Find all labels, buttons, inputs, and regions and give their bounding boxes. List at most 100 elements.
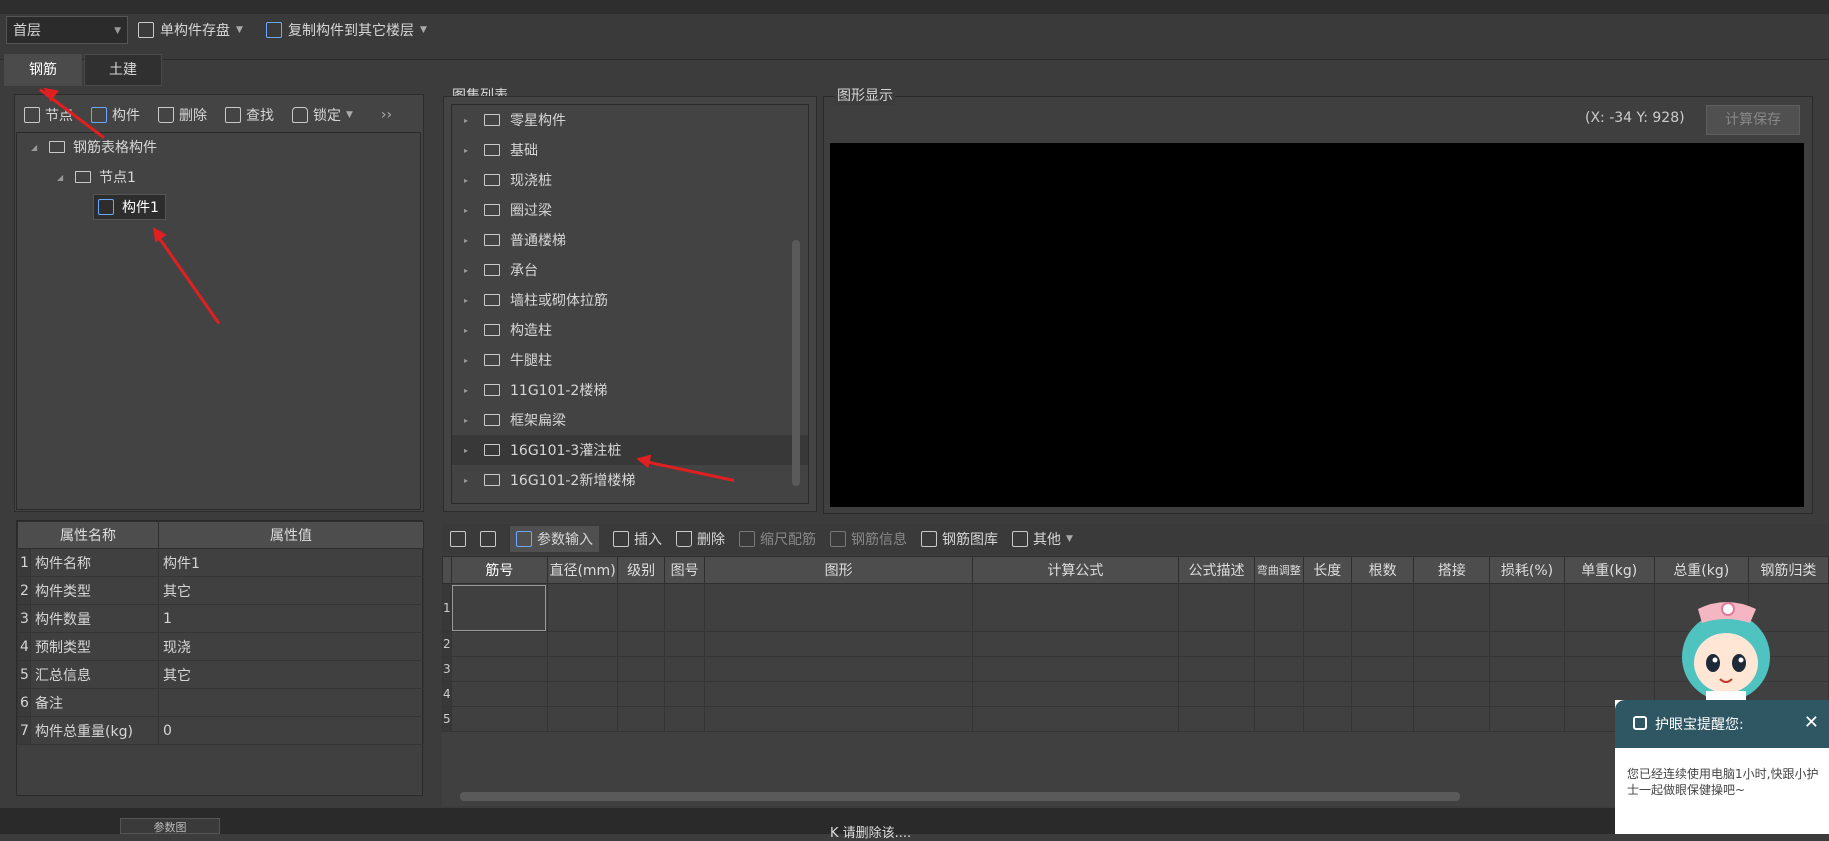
copy-to-floors-button[interactable]: 复制构件到其它楼层 ▼ (266, 18, 427, 42)
atlas-item[interactable]: ▸ 11G101-2楼梯 (452, 375, 808, 405)
column-header[interactable]: 弯曲调整 (1254, 556, 1304, 584)
add-node-button[interactable]: 节点 (24, 105, 73, 125)
grid-cell[interactable] (1302, 631, 1352, 657)
column-header[interactable]: 损耗(%) (1489, 556, 1565, 584)
column-header[interactable]: 筋号 (450, 556, 548, 584)
grid-cell[interactable] (704, 706, 973, 732)
grid-cell[interactable] (1302, 583, 1352, 632)
atlas-item[interactable]: ▸ 16G101-3灌注桩 (452, 435, 808, 465)
column-header[interactable]: 级别 (617, 556, 665, 584)
property-row[interactable]: 6 备注 (17, 688, 424, 717)
expand-icon[interactable]: ▸ (464, 176, 474, 185)
expand-icon[interactable]: ▸ (464, 446, 474, 455)
grid-cell[interactable] (663, 583, 706, 632)
expand-icon[interactable]: ▸ (464, 386, 474, 395)
column-header[interactable]: 总重(kg) (1653, 556, 1749, 584)
grid-cell[interactable] (617, 681, 665, 707)
expand-icon[interactable]: ◢ (57, 173, 67, 182)
tab-rebar[interactable]: 钢筋 (4, 54, 82, 86)
grid-cell[interactable] (704, 681, 973, 707)
column-header[interactable]: 图号 (663, 556, 706, 584)
lock-button[interactable]: 锁定 ▼ (292, 105, 353, 125)
column-header[interactable]: 计算公式 (971, 556, 1179, 584)
rebar-library-button[interactable]: 钢筋图库 (921, 529, 998, 549)
atlas-item[interactable]: ▸ 零星构件 (452, 105, 808, 135)
grid-cell[interactable] (1177, 706, 1256, 732)
grid-cell[interactable] (1254, 706, 1304, 732)
expand-icon[interactable]: ◢ (31, 143, 41, 152)
grid-cell[interactable] (1563, 656, 1655, 682)
chevron-down-icon[interactable]: ▼ (420, 25, 427, 35)
grid-cell[interactable] (1177, 631, 1256, 657)
grid-cell[interactable] (1177, 681, 1256, 707)
grid-cell[interactable] (971, 706, 1179, 732)
property-value[interactable]: 1 (158, 604, 424, 633)
delete-row-button[interactable]: 删除 (676, 529, 725, 549)
param-input-button[interactable]: 参数输入 (510, 526, 599, 552)
atlas-item[interactable]: ▸ 16G101-2新增楼梯 (452, 465, 808, 495)
graphics-canvas[interactable] (830, 143, 1804, 507)
grid-cell[interactable] (1413, 681, 1491, 707)
grid-cell[interactable] (971, 681, 1179, 707)
grid-cell[interactable] (1413, 631, 1491, 657)
tree-item-root[interactable]: ◢ 钢筋表格构件 (17, 135, 420, 159)
grid-cell[interactable] (1177, 656, 1256, 682)
grid-cell[interactable] (1413, 706, 1491, 732)
grid-cell[interactable] (1413, 583, 1491, 632)
column-header[interactable]: 图形 (704, 556, 973, 584)
grid-cell[interactable] (546, 681, 619, 707)
grid-cell[interactable] (546, 706, 619, 732)
atlas-item[interactable]: ▸ 现浇桩 (452, 165, 808, 195)
grid-cell[interactable] (971, 583, 1179, 632)
grid-cell[interactable] (704, 631, 973, 657)
grid-cell[interactable] (1254, 583, 1304, 632)
grid-cell[interactable] (1350, 706, 1415, 732)
move-up-icon[interactable] (450, 531, 466, 547)
table-row[interactable]: 3 (442, 656, 1829, 682)
atlas-scrollbar[interactable] (792, 240, 800, 486)
rebar-info-button[interactable]: 钢筋信息 (830, 529, 907, 549)
grid-cell[interactable] (1254, 656, 1304, 682)
grid-cell[interactable] (1254, 681, 1304, 707)
expand-icon[interactable]: ▸ (464, 416, 474, 425)
atlas-item[interactable]: ▸ 框架扁梁 (452, 405, 808, 435)
expand-icon[interactable]: ▸ (464, 356, 474, 365)
grid-cell[interactable] (1489, 656, 1565, 682)
grid-cell[interactable] (450, 681, 548, 707)
expand-icon[interactable]: ▸ (464, 326, 474, 335)
property-value[interactable]: 其它 (158, 576, 424, 605)
property-value[interactable]: 现浇 (158, 632, 424, 661)
grid-cell[interactable] (546, 583, 619, 632)
grid-cell[interactable] (450, 583, 548, 632)
grid-cell[interactable] (450, 706, 548, 732)
grid-cell[interactable] (1489, 583, 1565, 632)
grid-cell[interactable] (1489, 706, 1565, 732)
atlas-item[interactable]: ▸ 牛腿柱 (452, 345, 808, 375)
grid-cell[interactable] (704, 656, 973, 682)
close-icon[interactable]: ✕ (1804, 712, 1819, 733)
property-row[interactable]: 7 构件总重量(kg) 0 (17, 716, 424, 745)
save-component-button[interactable]: 单构件存盘 ▼ (138, 18, 243, 42)
grid-cell[interactable] (450, 656, 548, 682)
grid-cell[interactable] (1302, 681, 1352, 707)
column-header[interactable]: 搭接 (1413, 556, 1491, 584)
expand-icon[interactable]: ▸ (464, 266, 474, 275)
grid-cell[interactable] (1563, 583, 1655, 632)
property-value[interactable]: 构件1 (158, 548, 424, 577)
grid-cell[interactable] (546, 631, 619, 657)
expand-icon[interactable]: ▸ (464, 146, 474, 155)
atlas-item[interactable]: ▸ 圈过梁 (452, 195, 808, 225)
grid-cell[interactable] (663, 656, 706, 682)
property-row[interactable]: 3 构件数量 1 (17, 604, 424, 633)
property-value[interactable]: 0 (158, 716, 424, 745)
grid-cell[interactable] (1563, 631, 1655, 657)
grid-cell[interactable] (663, 631, 706, 657)
grid-cell[interactable] (617, 656, 665, 682)
grid-cell[interactable] (1489, 681, 1565, 707)
move-down-icon[interactable] (480, 531, 496, 547)
atlas-item[interactable]: ▸ 承台 (452, 255, 808, 285)
grid-cell[interactable] (971, 656, 1179, 682)
grid-cell[interactable] (450, 631, 548, 657)
grid-cell[interactable] (1302, 656, 1352, 682)
calc-save-button[interactable]: 计算保存 (1706, 105, 1800, 135)
